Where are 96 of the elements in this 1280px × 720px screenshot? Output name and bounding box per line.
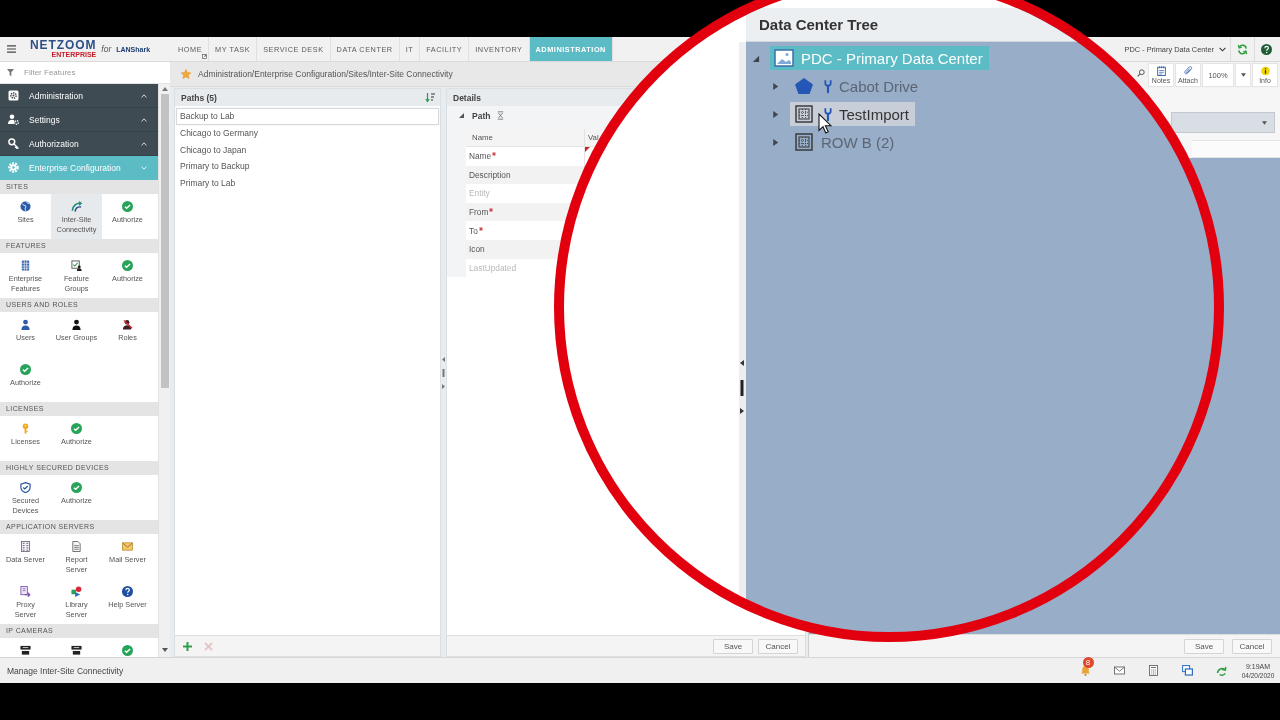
- rack-grid-icon: [794, 105, 814, 123]
- mouse-pointer-icon: [818, 113, 832, 134]
- caret-down-icon: [1262, 120, 1267, 125]
- caret-right-icon[interactable]: [771, 109, 780, 119]
- panel-title: Paths (5): [181, 92, 217, 103]
- user-gear-icon: [8, 114, 19, 125]
- user-icon: [71, 319, 82, 330]
- notification-badge[interactable]: 8: [1082, 657, 1094, 668]
- chevron-down-icon: [1219, 46, 1226, 52]
- caret-down-icon[interactable]: [751, 53, 760, 63]
- property-label: From: [469, 207, 489, 218]
- rack-grid-icon: [794, 133, 814, 151]
- caret-down-icon: [1240, 73, 1246, 77]
- footer-button[interactable]: Cancel: [758, 638, 798, 654]
- check-circle-icon: [122, 201, 133, 212]
- checklist-user-icon: [71, 260, 82, 271]
- globe-icon: [20, 201, 31, 212]
- bell-icon[interactable]: [1079, 665, 1091, 676]
- document-icon: [71, 541, 82, 552]
- chevron-up-icon: [141, 93, 147, 98]
- key-icon: [8, 138, 19, 149]
- camera-icon: [20, 645, 31, 656]
- sidebar-menu-item[interactable]: Administration: [0, 84, 158, 108]
- check-circle-icon: [20, 364, 31, 375]
- property-label: Name: [469, 151, 492, 162]
- path-list-item[interactable]: Chicago to Japan: [176, 141, 439, 159]
- hourglass-icon[interactable]: [497, 111, 505, 120]
- panel-title: Details: [453, 92, 481, 103]
- grid-icon: [20, 260, 31, 271]
- check-circle-icon: [122, 260, 133, 271]
- property-label: Description: [469, 169, 511, 180]
- property-label: LastUpdated: [469, 262, 517, 273]
- envelope-icon: [122, 541, 133, 552]
- camera-icon: [71, 645, 82, 656]
- arrow-down-icon[interactable]: [161, 648, 168, 652]
- plus-icon[interactable]: [183, 641, 192, 651]
- server-grid-icon: [20, 541, 31, 552]
- search-icon[interactable]: [1137, 68, 1145, 77]
- popout-icon[interactable]: [202, 54, 208, 59]
- status-message: Manage Inter-Site Connectivity: [7, 665, 124, 676]
- chevron-up-icon: [141, 117, 147, 122]
- info-icon: [1260, 65, 1270, 76]
- footer-button[interactable]: Cancel: [1232, 638, 1272, 654]
- picture-icon: [774, 49, 794, 67]
- caret-down-icon[interactable]: [459, 113, 464, 118]
- property-label: To: [469, 225, 478, 236]
- pentagon-icon: [794, 77, 814, 95]
- sort-icon[interactable]: [425, 92, 435, 103]
- dropdown-field[interactable]: [1171, 112, 1275, 133]
- scrollbar-thumb[interactable]: [160, 94, 169, 388]
- check-circle-icon: [122, 645, 133, 656]
- curved-arrows-icon: [71, 201, 82, 212]
- logo-wordmark: NETZOOM: [30, 40, 97, 51]
- path-list-item[interactable]: Primary to Backup: [176, 158, 439, 175]
- shield-check-icon: [20, 482, 31, 493]
- help-icon: [122, 586, 133, 597]
- shapes-icon: [71, 586, 82, 597]
- logo-connector-text: for: [101, 44, 112, 54]
- calculator-icon[interactable]: [1147, 665, 1159, 676]
- sidebar-menu-item[interactable]: Authorization: [0, 132, 158, 156]
- group-title: Path: [472, 110, 491, 121]
- property-label: Icon: [469, 244, 485, 255]
- refresh-icon: [1237, 43, 1248, 55]
- scrollbar[interactable]: [158, 84, 170, 657]
- path-list-item[interactable]: Backup to Lab: [176, 108, 439, 125]
- overlapping-windows-icon[interactable]: [1181, 665, 1193, 676]
- arrow-up-icon[interactable]: [161, 87, 168, 91]
- property-label: Entity: [469, 188, 490, 199]
- path-list-item[interactable]: Chicago to Germany: [176, 124, 439, 142]
- chevron-down-icon: [141, 165, 147, 170]
- menu-icon[interactable]: [7, 45, 16, 53]
- caret-right-icon[interactable]: [771, 81, 780, 91]
- gear-square-icon: [8, 90, 19, 101]
- refresh-icon[interactable]: [1215, 665, 1227, 676]
- breadcrumb-path: Administration/Enterprise Configuration/Sites/Inter-Site Connectivity: [198, 69, 453, 79]
- path-list-item[interactable]: Primary to Lab: [176, 174, 439, 192]
- footer-button[interactable]: Save: [1184, 638, 1224, 654]
- filter-icon: [7, 69, 14, 76]
- check-circle-icon: [71, 423, 82, 434]
- check-circle-icon: [71, 482, 82, 493]
- user-icon: [20, 319, 31, 330]
- footer-button[interactable]: Save: [713, 638, 753, 654]
- notepad-icon: [1156, 65, 1166, 76]
- paperclip-icon: [1183, 65, 1193, 76]
- chevron-up-icon: [141, 141, 147, 146]
- envelope-icon[interactable]: [1113, 665, 1125, 676]
- user-slash-icon: [122, 319, 133, 330]
- panel-title: Data Center Tree: [759, 16, 879, 33]
- key-icon: [20, 423, 31, 434]
- sidebar-menu-item[interactable]: Settings: [0, 108, 158, 132]
- help-icon: [1261, 43, 1272, 55]
- star-icon[interactable]: [181, 69, 191, 79]
- caret-right-icon[interactable]: [771, 137, 780, 147]
- gear-icon: [8, 162, 19, 173]
- tree-node[interactable]: TestImport: [790, 102, 916, 126]
- splitter-arrows-icon[interactable]: [739, 360, 745, 414]
